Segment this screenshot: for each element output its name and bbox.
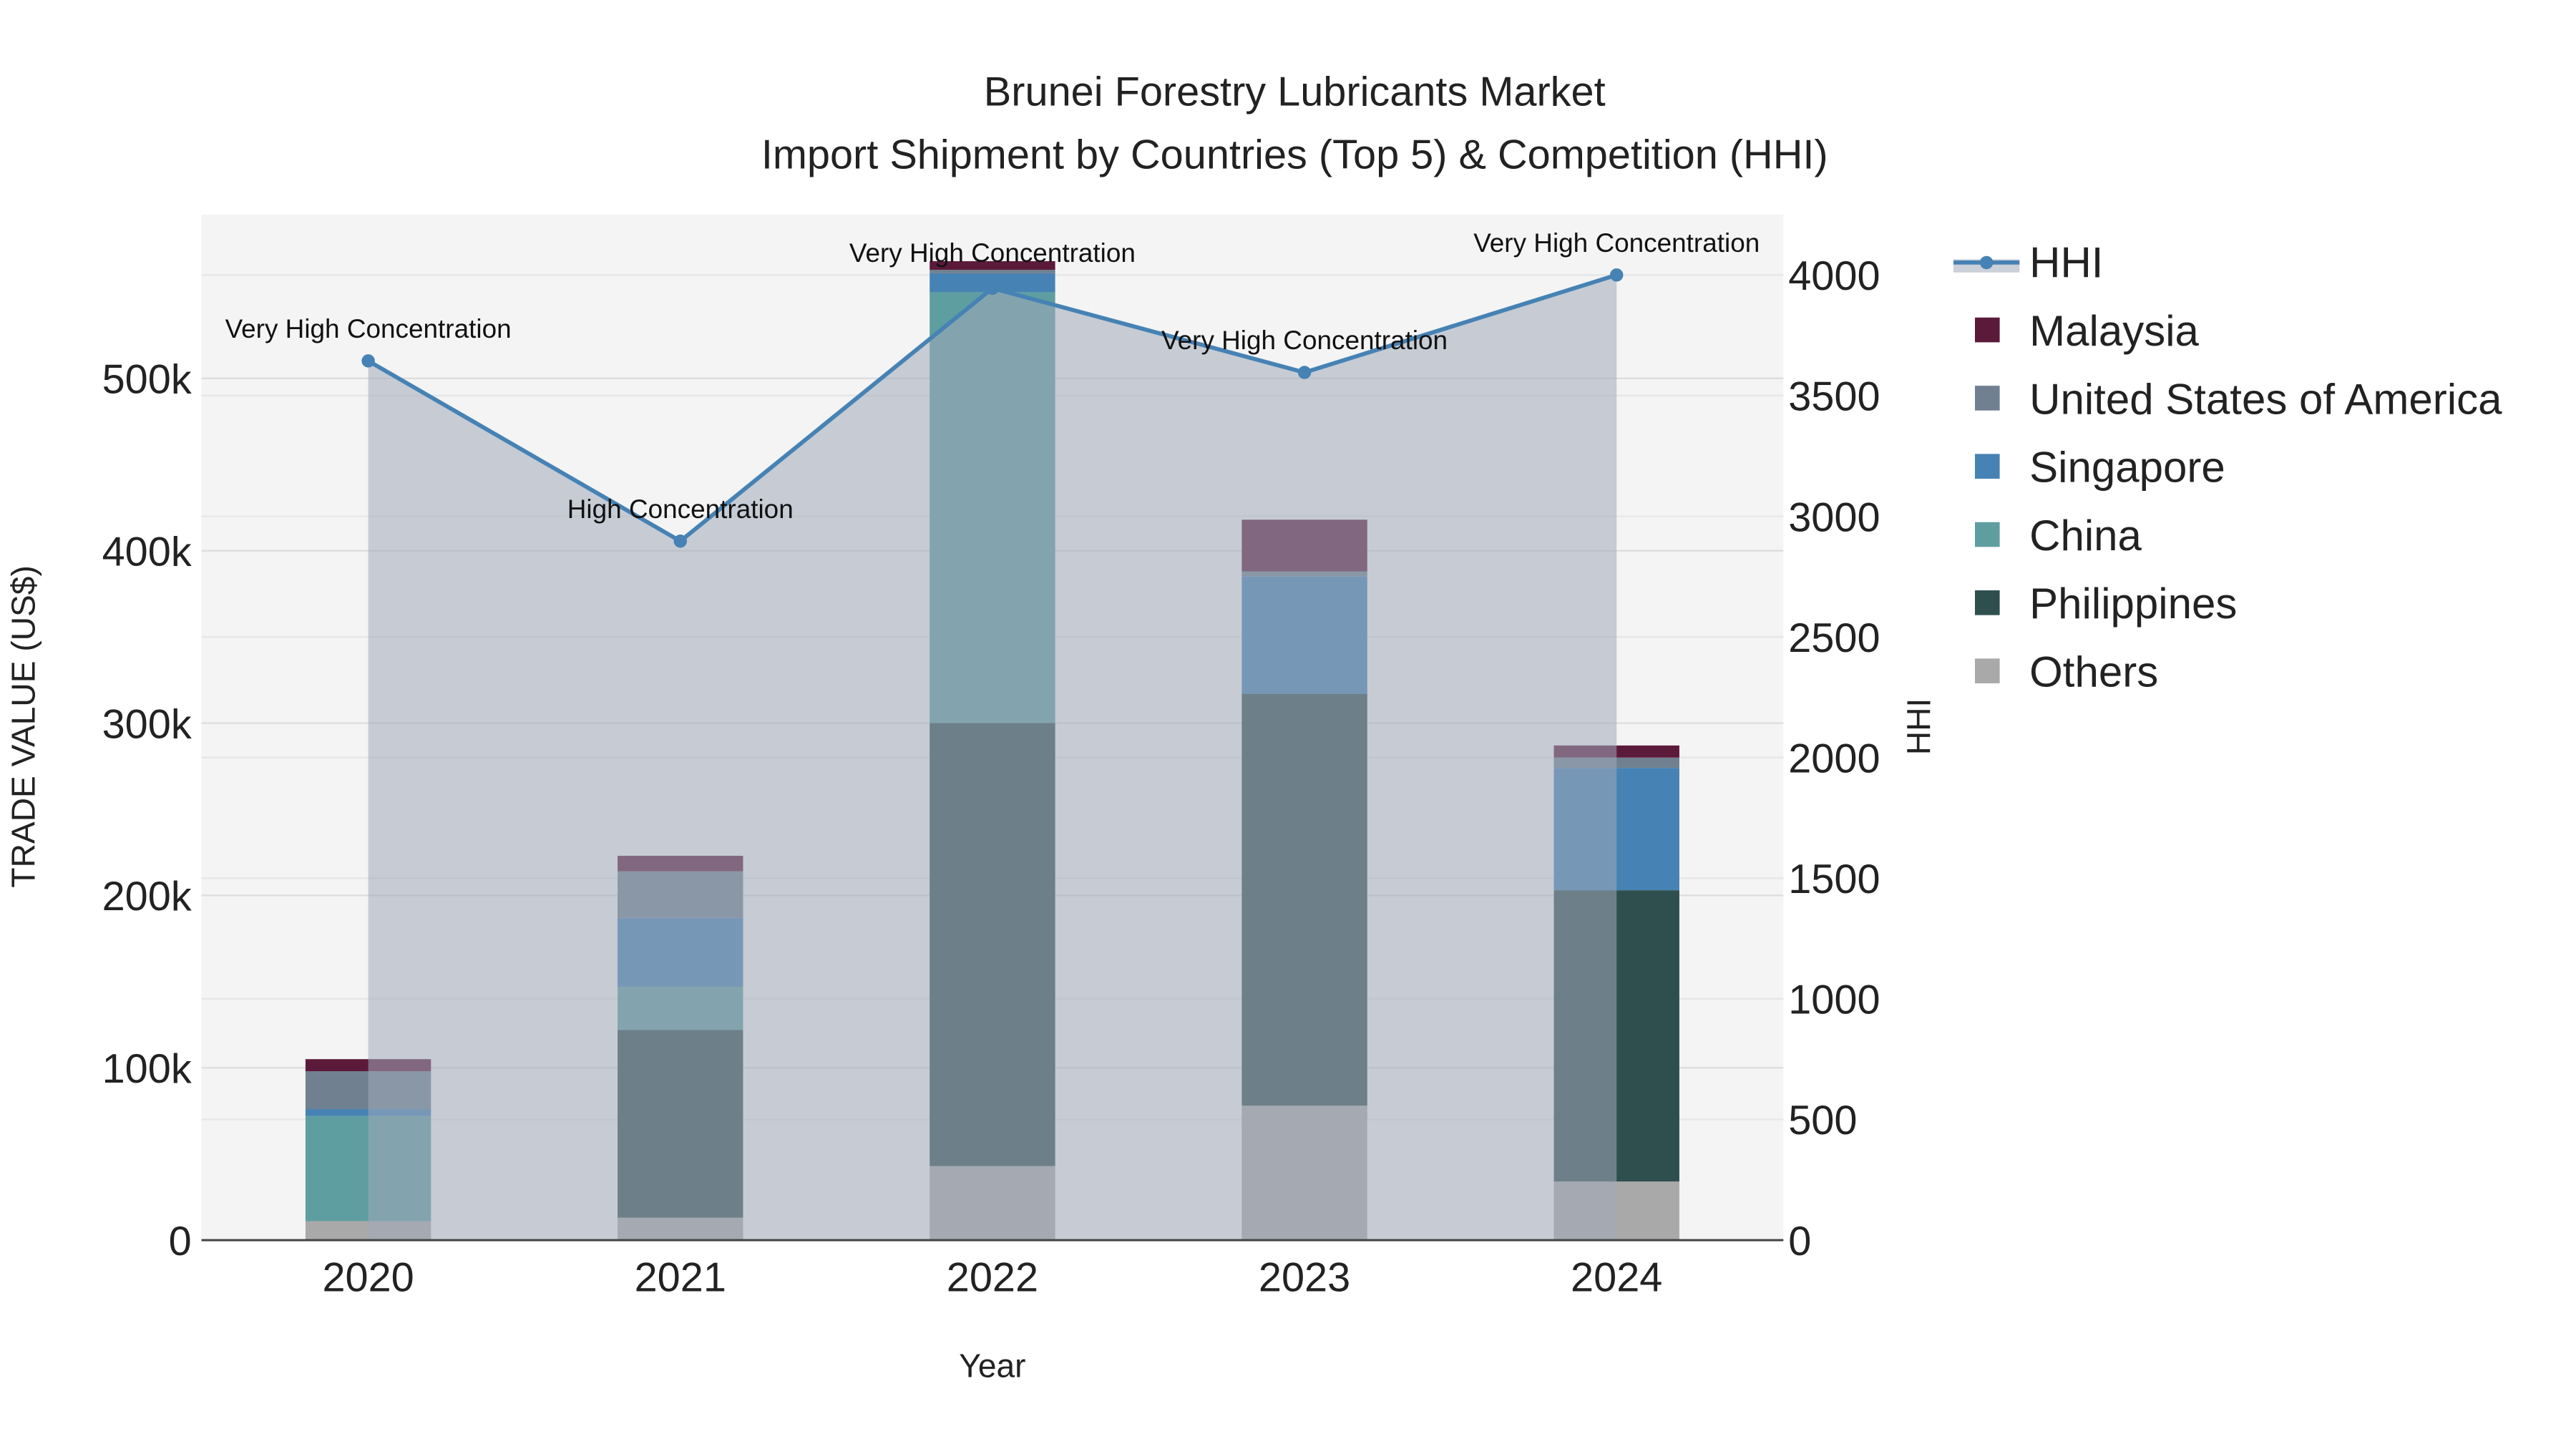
y2-tick-label: 1000 bbox=[1788, 977, 1880, 1023]
legend: HHI Malaysia United States of America Singa… bbox=[1953, 239, 2502, 696]
y2-tick-label: 0 bbox=[1788, 1219, 1811, 1264]
y2-tick-label: 4000 bbox=[1788, 253, 1880, 299]
hhi-point-2023 bbox=[1297, 366, 1312, 379]
x-tick-label: 2021 bbox=[635, 1255, 726, 1301]
y2-tick-label: 2500 bbox=[1788, 615, 1880, 661]
legend-label: Singapore bbox=[2029, 444, 2225, 492]
y-tick-label: 100k bbox=[102, 1046, 192, 1092]
legend-item-singapore[interactable]: Singapore bbox=[1975, 444, 2225, 492]
y2-tick-label: 1500 bbox=[1788, 857, 1880, 902]
y2-axis-title: HHI bbox=[1901, 698, 1938, 755]
y-tick-label: 400k bbox=[102, 529, 192, 575]
legend-item-others[interactable]: Others bbox=[1975, 648, 2158, 696]
legend-item-malaysia[interactable]: Malaysia bbox=[1975, 307, 2200, 355]
legend-label: Malaysia bbox=[2029, 307, 2199, 355]
y-tick-label: 500k bbox=[102, 357, 192, 403]
y-tick-label: 300k bbox=[102, 701, 192, 747]
hhi-point-2022 bbox=[985, 281, 1000, 296]
legend-swatch bbox=[1975, 590, 2000, 615]
legend-label: United States of America bbox=[2029, 375, 2502, 423]
x-axis-title: Year bbox=[959, 1347, 1025, 1385]
chart: Very High Concentration High Concentratio… bbox=[4, 69, 2502, 1385]
hhi-label: High Concentration bbox=[567, 494, 794, 524]
y2-tick-label: 500 bbox=[1788, 1098, 1857, 1143]
y-tick-label: 0 bbox=[169, 1219, 192, 1264]
legend-item-philippines[interactable]: Philippines bbox=[1975, 580, 2237, 628]
legend-marker bbox=[1979, 255, 1994, 270]
y2-tick-label: 3500 bbox=[1788, 374, 1880, 420]
hhi-point-2021 bbox=[673, 534, 687, 548]
hhi-point-2024 bbox=[1610, 268, 1624, 282]
legend-label: China bbox=[2029, 512, 2142, 560]
hhi-label: Very High Concentration bbox=[225, 314, 512, 343]
x-tick-label: 2024 bbox=[1571, 1255, 1662, 1301]
chart-title: Brunei Forestry Lubricants Market bbox=[984, 69, 1606, 115]
legend-item-china[interactable]: China bbox=[1975, 512, 2142, 560]
x-tick-label: 2023 bbox=[1259, 1255, 1350, 1301]
y2-tick-label: 2000 bbox=[1788, 736, 1880, 781]
legend-swatch bbox=[1975, 658, 2000, 683]
legend-swatch bbox=[1975, 317, 2000, 343]
legend-swatch bbox=[1975, 454, 2000, 479]
x-tick-label: 2020 bbox=[322, 1255, 414, 1301]
legend-label: HHI bbox=[2029, 239, 2103, 287]
chart-subtitle: Import Shipment by Countries (Top 5) & C… bbox=[761, 132, 1828, 177]
y-tick-label: 200k bbox=[102, 874, 192, 919]
y2-tick-label: 3000 bbox=[1788, 494, 1880, 540]
legend-item-united-states-of-america[interactable]: United States of America bbox=[1975, 375, 2502, 423]
hhi-label: Very High Concentration bbox=[1161, 326, 1448, 355]
legend-item-hhi[interactable]: HHI bbox=[1953, 239, 2103, 287]
legend-swatch bbox=[1975, 522, 2000, 547]
hhi-label: Very High Concentration bbox=[1473, 228, 1760, 258]
legend-swatch bbox=[1975, 386, 2000, 411]
x-tick-label: 2022 bbox=[947, 1255, 1038, 1301]
hhi-point-2020 bbox=[361, 354, 375, 368]
legend-label: Others bbox=[2029, 648, 2158, 696]
hhi-label: Very High Concentration bbox=[849, 238, 1136, 268]
legend-label: Philippines bbox=[2029, 580, 2237, 628]
bar-united-states-of-america-2022 bbox=[930, 270, 1055, 273]
y-axis-title: TRADE VALUE (US$) bbox=[4, 565, 42, 887]
